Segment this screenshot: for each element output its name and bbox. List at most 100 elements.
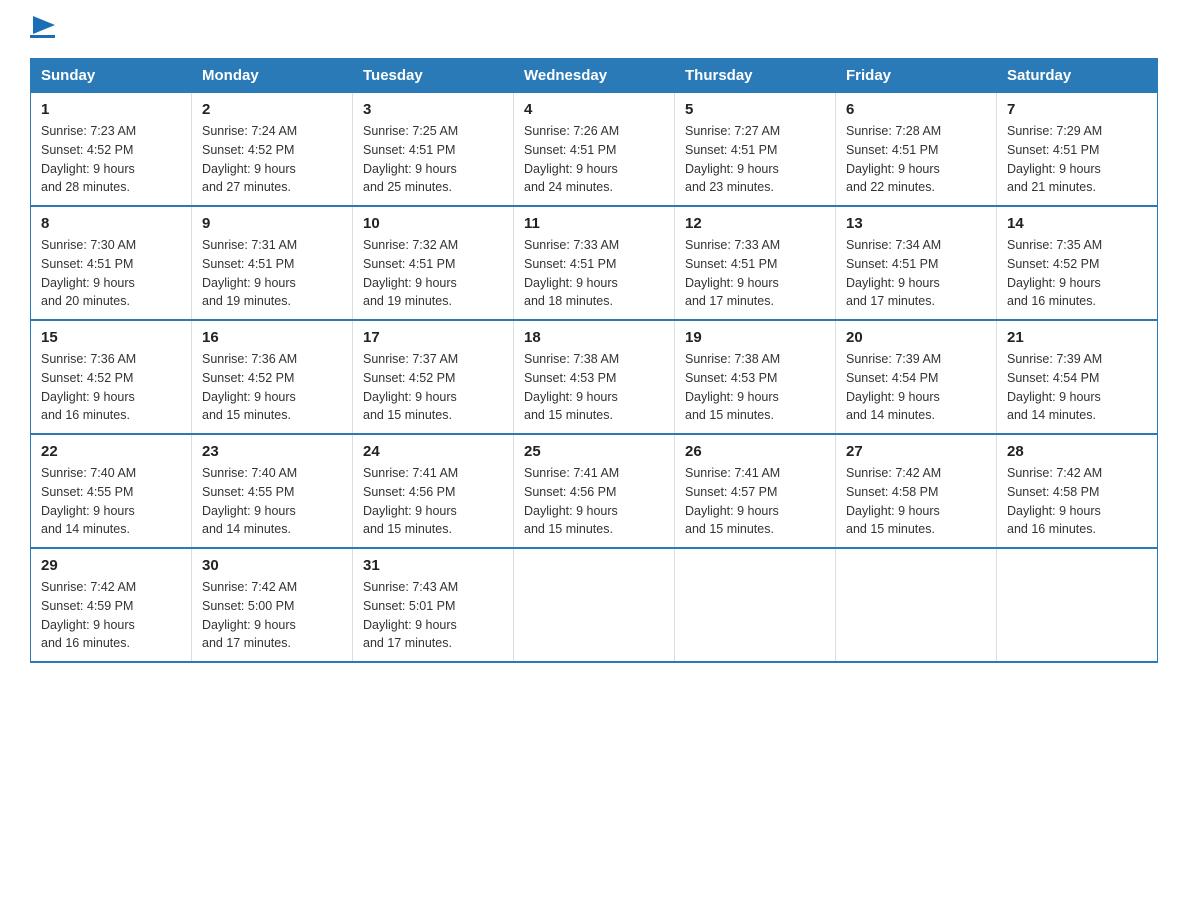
day-info: Sunrise: 7:43 AMSunset: 5:01 PMDaylight:… <box>363 578 503 653</box>
day-number: 1 <box>41 101 181 118</box>
day-number: 8 <box>41 215 181 232</box>
day-number: 6 <box>846 101 986 118</box>
calendar-day-cell: 27 Sunrise: 7:42 AMSunset: 4:58 PMDaylig… <box>836 434 997 548</box>
day-info: Sunrise: 7:41 AMSunset: 4:56 PMDaylight:… <box>524 464 664 539</box>
day-number: 28 <box>1007 443 1147 460</box>
day-number: 18 <box>524 329 664 346</box>
day-number: 22 <box>41 443 181 460</box>
logo-triangle-icon <box>33 16 55 34</box>
calendar-day-cell: 24 Sunrise: 7:41 AMSunset: 4:56 PMDaylig… <box>353 434 514 548</box>
header-monday: Monday <box>192 59 353 93</box>
day-info: Sunrise: 7:33 AMSunset: 4:51 PMDaylight:… <box>685 236 825 311</box>
calendar-day-cell: 21 Sunrise: 7:39 AMSunset: 4:54 PMDaylig… <box>997 320 1158 434</box>
calendar-day-cell: 29 Sunrise: 7:42 AMSunset: 4:59 PMDaylig… <box>31 548 192 662</box>
weekday-header-row: Sunday Monday Tuesday Wednesday Thursday… <box>31 59 1158 93</box>
calendar-day-cell: 26 Sunrise: 7:41 AMSunset: 4:57 PMDaylig… <box>675 434 836 548</box>
calendar-day-cell: 22 Sunrise: 7:40 AMSunset: 4:55 PMDaylig… <box>31 434 192 548</box>
calendar-day-cell: 25 Sunrise: 7:41 AMSunset: 4:56 PMDaylig… <box>514 434 675 548</box>
day-info: Sunrise: 7:41 AMSunset: 4:57 PMDaylight:… <box>685 464 825 539</box>
day-info: Sunrise: 7:42 AMSunset: 5:00 PMDaylight:… <box>202 578 342 653</box>
logo <box>30 20 55 38</box>
calendar-day-cell: 3 Sunrise: 7:25 AMSunset: 4:51 PMDayligh… <box>353 93 514 207</box>
calendar-day-cell: 9 Sunrise: 7:31 AMSunset: 4:51 PMDayligh… <box>192 206 353 320</box>
calendar-day-cell: 7 Sunrise: 7:29 AMSunset: 4:51 PMDayligh… <box>997 93 1158 207</box>
day-number: 23 <box>202 443 342 460</box>
day-info: Sunrise: 7:41 AMSunset: 4:56 PMDaylight:… <box>363 464 503 539</box>
calendar-day-cell: 14 Sunrise: 7:35 AMSunset: 4:52 PMDaylig… <box>997 206 1158 320</box>
day-number: 11 <box>524 215 664 232</box>
calendar-day-cell: 31 Sunrise: 7:43 AMSunset: 5:01 PMDaylig… <box>353 548 514 662</box>
day-info: Sunrise: 7:42 AMSunset: 4:58 PMDaylight:… <box>1007 464 1147 539</box>
calendar-day-cell: 11 Sunrise: 7:33 AMSunset: 4:51 PMDaylig… <box>514 206 675 320</box>
day-number: 31 <box>363 557 503 574</box>
header-sunday: Sunday <box>31 59 192 93</box>
day-number: 17 <box>363 329 503 346</box>
calendar-day-cell: 16 Sunrise: 7:36 AMSunset: 4:52 PMDaylig… <box>192 320 353 434</box>
day-info: Sunrise: 7:32 AMSunset: 4:51 PMDaylight:… <box>363 236 503 311</box>
calendar-week-row: 22 Sunrise: 7:40 AMSunset: 4:55 PMDaylig… <box>31 434 1158 548</box>
page-header <box>30 20 1158 38</box>
day-info: Sunrise: 7:36 AMSunset: 4:52 PMDaylight:… <box>202 350 342 425</box>
day-number: 2 <box>202 101 342 118</box>
calendar-day-cell: 12 Sunrise: 7:33 AMSunset: 4:51 PMDaylig… <box>675 206 836 320</box>
day-info: Sunrise: 7:38 AMSunset: 4:53 PMDaylight:… <box>685 350 825 425</box>
day-info: Sunrise: 7:27 AMSunset: 4:51 PMDaylight:… <box>685 122 825 197</box>
calendar-day-cell: 17 Sunrise: 7:37 AMSunset: 4:52 PMDaylig… <box>353 320 514 434</box>
day-info: Sunrise: 7:30 AMSunset: 4:51 PMDaylight:… <box>41 236 181 311</box>
calendar-day-cell: 8 Sunrise: 7:30 AMSunset: 4:51 PMDayligh… <box>31 206 192 320</box>
day-info: Sunrise: 7:24 AMSunset: 4:52 PMDaylight:… <box>202 122 342 197</box>
day-number: 15 <box>41 329 181 346</box>
day-info: Sunrise: 7:25 AMSunset: 4:51 PMDaylight:… <box>363 122 503 197</box>
day-info: Sunrise: 7:34 AMSunset: 4:51 PMDaylight:… <box>846 236 986 311</box>
header-friday: Friday <box>836 59 997 93</box>
day-info: Sunrise: 7:40 AMSunset: 4:55 PMDaylight:… <box>202 464 342 539</box>
calendar-week-row: 1 Sunrise: 7:23 AMSunset: 4:52 PMDayligh… <box>31 93 1158 207</box>
header-saturday: Saturday <box>997 59 1158 93</box>
day-info: Sunrise: 7:33 AMSunset: 4:51 PMDaylight:… <box>524 236 664 311</box>
calendar-day-cell: 13 Sunrise: 7:34 AMSunset: 4:51 PMDaylig… <box>836 206 997 320</box>
calendar-week-row: 8 Sunrise: 7:30 AMSunset: 4:51 PMDayligh… <box>31 206 1158 320</box>
day-info: Sunrise: 7:26 AMSunset: 4:51 PMDaylight:… <box>524 122 664 197</box>
calendar-day-cell <box>997 548 1158 662</box>
day-info: Sunrise: 7:35 AMSunset: 4:52 PMDaylight:… <box>1007 236 1147 311</box>
day-number: 13 <box>846 215 986 232</box>
calendar-table: Sunday Monday Tuesday Wednesday Thursday… <box>30 58 1158 663</box>
calendar-day-cell: 19 Sunrise: 7:38 AMSunset: 4:53 PMDaylig… <box>675 320 836 434</box>
calendar-day-cell: 5 Sunrise: 7:27 AMSunset: 4:51 PMDayligh… <box>675 93 836 207</box>
header-wednesday: Wednesday <box>514 59 675 93</box>
day-number: 27 <box>846 443 986 460</box>
day-info: Sunrise: 7:39 AMSunset: 4:54 PMDaylight:… <box>846 350 986 425</box>
calendar-day-cell: 23 Sunrise: 7:40 AMSunset: 4:55 PMDaylig… <box>192 434 353 548</box>
day-number: 9 <box>202 215 342 232</box>
day-info: Sunrise: 7:40 AMSunset: 4:55 PMDaylight:… <box>41 464 181 539</box>
day-number: 4 <box>524 101 664 118</box>
day-number: 21 <box>1007 329 1147 346</box>
day-info: Sunrise: 7:36 AMSunset: 4:52 PMDaylight:… <box>41 350 181 425</box>
day-info: Sunrise: 7:38 AMSunset: 4:53 PMDaylight:… <box>524 350 664 425</box>
day-number: 3 <box>363 101 503 118</box>
day-info: Sunrise: 7:31 AMSunset: 4:51 PMDaylight:… <box>202 236 342 311</box>
header-tuesday: Tuesday <box>353 59 514 93</box>
day-number: 12 <box>685 215 825 232</box>
calendar-day-cell <box>514 548 675 662</box>
day-number: 10 <box>363 215 503 232</box>
calendar-week-row: 15 Sunrise: 7:36 AMSunset: 4:52 PMDaylig… <box>31 320 1158 434</box>
day-number: 16 <box>202 329 342 346</box>
calendar-day-cell: 28 Sunrise: 7:42 AMSunset: 4:58 PMDaylig… <box>997 434 1158 548</box>
calendar-week-row: 29 Sunrise: 7:42 AMSunset: 4:59 PMDaylig… <box>31 548 1158 662</box>
calendar-day-cell: 1 Sunrise: 7:23 AMSunset: 4:52 PMDayligh… <box>31 93 192 207</box>
day-number: 20 <box>846 329 986 346</box>
calendar-day-cell: 10 Sunrise: 7:32 AMSunset: 4:51 PMDaylig… <box>353 206 514 320</box>
day-number: 29 <box>41 557 181 574</box>
calendar-day-cell: 4 Sunrise: 7:26 AMSunset: 4:51 PMDayligh… <box>514 93 675 207</box>
calendar-day-cell <box>836 548 997 662</box>
day-info: Sunrise: 7:29 AMSunset: 4:51 PMDaylight:… <box>1007 122 1147 197</box>
day-number: 5 <box>685 101 825 118</box>
day-info: Sunrise: 7:23 AMSunset: 4:52 PMDaylight:… <box>41 122 181 197</box>
calendar-day-cell <box>675 548 836 662</box>
calendar-day-cell: 15 Sunrise: 7:36 AMSunset: 4:52 PMDaylig… <box>31 320 192 434</box>
day-number: 26 <box>685 443 825 460</box>
day-info: Sunrise: 7:37 AMSunset: 4:52 PMDaylight:… <box>363 350 503 425</box>
header-thursday: Thursday <box>675 59 836 93</box>
calendar-day-cell: 2 Sunrise: 7:24 AMSunset: 4:52 PMDayligh… <box>192 93 353 207</box>
